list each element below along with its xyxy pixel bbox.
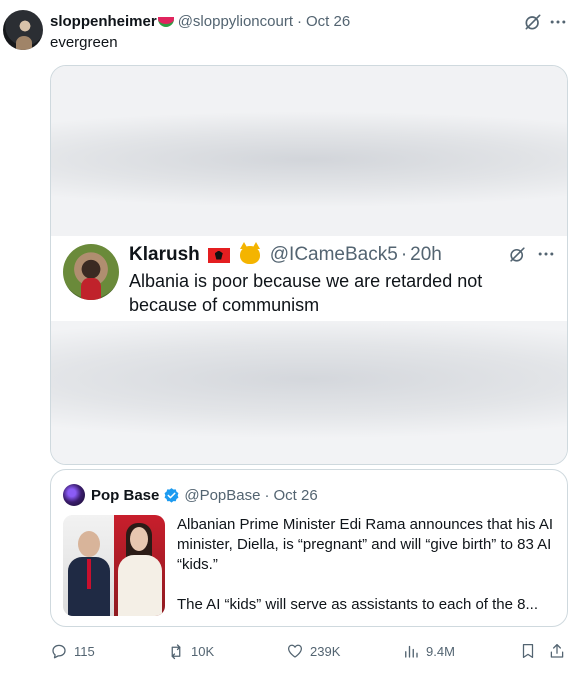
quoted-author-handle[interactable]: @PopBase xyxy=(184,487,260,504)
views-button[interactable]: 9.4M xyxy=(402,640,455,662)
screenshot-header: Klarush @ICameBack5 · 20h xyxy=(129,242,442,268)
blurred-region-top xyxy=(51,66,567,236)
blurred-region-bottom xyxy=(51,321,567,464)
views-count: 9.4M xyxy=(426,643,455,659)
bookmark-icon xyxy=(522,643,534,659)
more-options-icon[interactable] xyxy=(547,11,569,33)
tweet[interactable]: sloppenheimer @sloppylioncourt · Oct 26 … xyxy=(0,0,586,673)
author-handle[interactable]: @sloppylioncourt xyxy=(178,13,293,30)
repost-count: 10K xyxy=(191,643,215,659)
screenshot-more-icon xyxy=(535,244,557,264)
tweet-header: sloppenheimer @sloppylioncourt · Oct 26 xyxy=(50,11,350,31)
quoted-paragraph-1: Albanian Prime Minister Edi Rama announc… xyxy=(177,516,554,573)
screenshot-avatar xyxy=(63,244,119,300)
reply-icon xyxy=(52,644,66,659)
quoted-tweet-text: Albanian Prime Minister Edi Rama announc… xyxy=(177,515,557,615)
reply-count: 115 xyxy=(74,643,95,659)
thumbnail-left-photo xyxy=(63,515,114,616)
cat-emoji-icon xyxy=(239,242,260,264)
verified-badge-icon xyxy=(163,487,180,504)
screenshot-tweet: Klarush @ICameBack5 · 20h Albania is poo… xyxy=(51,236,567,321)
screenshot-grok-icon xyxy=(507,244,527,264)
screenshot-author-name: Klarush xyxy=(129,244,200,265)
author-name[interactable]: sloppenheimer xyxy=(50,13,157,30)
tweet-media-image[interactable]: Klarush @ICameBack5 · 20h Albania is poo… xyxy=(50,65,568,465)
quoted-author-avatar[interactable] xyxy=(63,484,85,506)
bookmark-button[interactable] xyxy=(519,640,543,662)
separator-dot: · xyxy=(297,12,302,30)
screenshot-handle: @ICameBack5 xyxy=(269,244,398,265)
reply-button[interactable]: 115 xyxy=(50,640,95,662)
quoted-separator-dot: · xyxy=(264,486,270,504)
share-icon xyxy=(550,643,564,658)
grok-icon[interactable] xyxy=(522,11,544,33)
thumbnail-right-photo xyxy=(114,515,165,616)
tweet-text: evergreen xyxy=(50,34,118,51)
quoted-author-name[interactable]: Pop Base xyxy=(91,487,159,504)
albania-flag-icon xyxy=(207,247,230,263)
author-avatar[interactable] xyxy=(3,10,43,50)
screenshot-time: 20h xyxy=(410,244,442,265)
quoted-tweet[interactable]: Pop Base @PopBase · Oct 26 Albanian Prim… xyxy=(50,469,568,627)
post-date[interactable]: Oct 26 xyxy=(306,13,350,30)
share-button[interactable] xyxy=(548,640,572,662)
watermelon-emoji-icon xyxy=(157,17,174,27)
like-button[interactable]: 239K xyxy=(286,640,340,662)
like-count: 239K xyxy=(310,643,341,659)
repost-button[interactable]: 10K xyxy=(167,640,214,662)
heart-icon xyxy=(287,644,303,658)
quoted-media-thumbnail[interactable] xyxy=(63,515,165,616)
screenshot-tweet-text: Albania is poor because we are retarded … xyxy=(129,271,483,315)
screenshot-separator: · xyxy=(400,244,408,265)
analytics-icon xyxy=(405,645,418,658)
quoted-paragraph-2: The AI “kids” will serve as assistants t… xyxy=(177,596,538,613)
action-bar: 115 10K 239K 9.4M xyxy=(50,640,570,662)
quoted-tweet-header: Pop Base @PopBase · Oct 26 xyxy=(91,485,318,505)
repost-icon xyxy=(171,644,181,660)
quoted-post-date[interactable]: Oct 26 xyxy=(273,487,317,504)
